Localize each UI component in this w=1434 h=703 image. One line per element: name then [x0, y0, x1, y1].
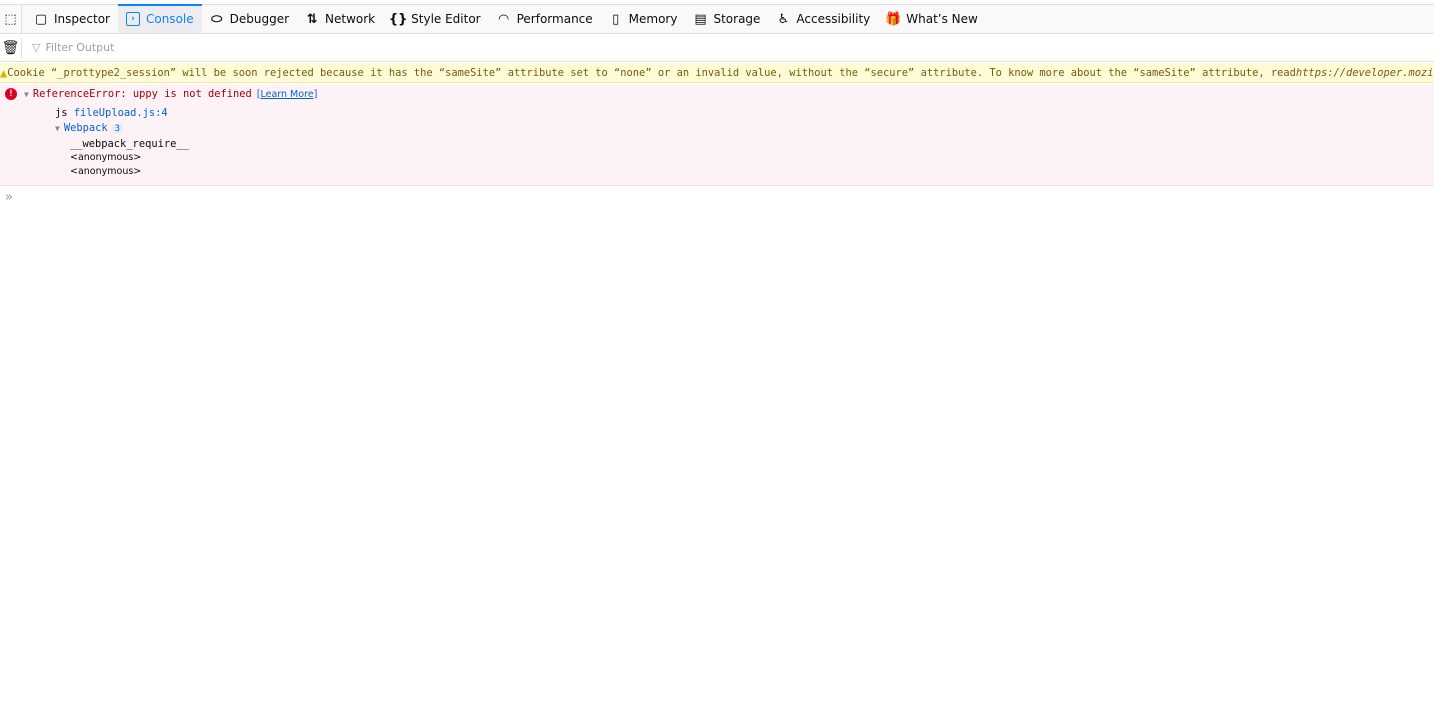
group-name: Webpack	[63, 122, 108, 134]
stack-frame[interactable]: <anonymous>	[70, 166, 141, 177]
network-icon: ⇅	[306, 11, 318, 27]
filter-bar: 🗑 ▽ Filter Output	[0, 34, 1434, 62]
tab-console[interactable]: › Console	[117, 4, 202, 33]
filter-icon: ▽	[32, 41, 41, 54]
tab-style-editor[interactable]: {} Style Editor	[383, 5, 488, 33]
expand-triangle-icon[interactable]: ▼	[24, 90, 29, 99]
tab-debugger[interactable]: ⬭ Debugger	[202, 5, 297, 33]
tab-label: Accessibility	[796, 12, 871, 26]
tab-accessibility[interactable]: ♿ Accessibility	[768, 5, 878, 33]
warning-text: Cookie “_prottype2_session” will be soon…	[7, 66, 1296, 79]
warning-message: ▲ Cookie “_prottype2_session” will be so…	[0, 63, 1434, 83]
tab-label: Storage	[713, 12, 761, 26]
tab-label: Debugger	[229, 12, 290, 26]
filter-input[interactable]: ▽ Filter Output	[32, 41, 114, 54]
style-editor-icon: {}	[388, 11, 408, 27]
tab-label: Memory	[628, 12, 678, 26]
stack-frame[interactable]: __webpack_require__	[70, 138, 189, 150]
inspector-icon: ▢	[34, 11, 48, 27]
whats-new-icon: 🎁	[885, 11, 902, 27]
tab-label: Network	[325, 12, 376, 26]
error-icon: !	[5, 88, 17, 100]
tab-label: Style Editor	[411, 12, 481, 26]
tab-whats-new[interactable]: 🎁 What’s New	[878, 5, 986, 33]
element-picker-button[interactable]: ⬚	[0, 5, 22, 33]
tab-label: Performance	[516, 12, 593, 26]
group-count-badge: 3	[111, 124, 124, 134]
tab-label: What’s New	[906, 12, 978, 26]
tab-label: Console	[145, 12, 194, 26]
console-input[interactable]: »	[5, 190, 13, 205]
performance-icon: ◠	[498, 11, 509, 27]
frame-function: js	[55, 107, 68, 119]
tab-storage[interactable]: ▤ Storage	[685, 5, 768, 33]
devtools-toolbar: ⬚ ▢ Inspector › Console ⬭ Debugger ⇅ Network…	[0, 4, 1434, 34]
tab-label: Inspector	[54, 12, 110, 26]
stack-frame[interactable]: js fileUpload.js:4	[55, 107, 168, 119]
filter-placeholder: Filter Output	[45, 41, 115, 54]
accessibility-icon: ♿	[777, 11, 790, 27]
warning-icon: ▲	[0, 65, 8, 80]
group-triangle-icon: ▼	[55, 124, 60, 133]
memory-icon: ▯	[612, 11, 620, 27]
tab-performance[interactable]: ◠ Performance	[489, 5, 601, 33]
learn-more-link[interactable]: [Learn More]	[257, 89, 318, 100]
trash-icon: 🗑	[1, 39, 20, 56]
clear-console-button[interactable]: 🗑	[0, 37, 22, 58]
warning-link[interactable]: https://developer.mozilla.org/docs/Web/H…	[1296, 67, 1434, 79]
prompt-chevron-icon: »	[5, 190, 13, 205]
stack-frame[interactable]: <anonymous>	[70, 152, 141, 163]
error-text: ReferenceError: uppy is not defined	[32, 88, 252, 100]
storage-icon: ▤	[694, 11, 707, 27]
frame-location[interactable]: fileUpload.js:4	[74, 107, 168, 119]
tab-memory[interactable]: ▯ Memory	[601, 5, 686, 33]
debugger-icon: ⬭	[211, 11, 223, 27]
tab-inspector[interactable]: ▢ Inspector	[26, 5, 118, 33]
element-picker-icon: ⬚	[4, 11, 17, 27]
error-message: ! ▼ ReferenceError: uppy is not defined …	[0, 84, 1434, 186]
console-icon: ›	[125, 12, 140, 26]
webpack-group[interactable]: ▼ Webpack 3	[55, 122, 124, 134]
tab-network[interactable]: ⇅ Network	[297, 5, 383, 33]
